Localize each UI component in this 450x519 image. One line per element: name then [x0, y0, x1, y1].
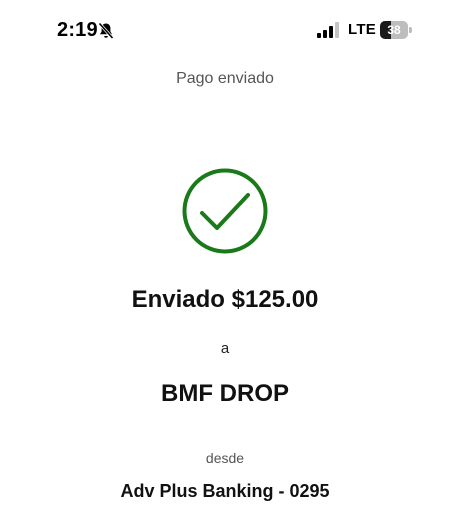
signal-icon [317, 22, 339, 38]
status-bar: 2:19 LTE 38 [0, 0, 450, 60]
sent-amount: Enviado $125.00 [131, 286, 319, 313]
to-label: a [220, 340, 230, 357]
bell-slash-icon [98, 22, 114, 40]
status-time: 2:19 [57, 19, 98, 41]
page-title: Pago enviado [176, 70, 274, 87]
battery-level: 38 [387, 23, 401, 37]
recipient-name: BMF DROP [161, 380, 289, 407]
checkmark-circle-icon [182, 168, 268, 254]
battery-icon: 38 [380, 21, 413, 39]
source-account: Adv Plus Banking - 0295 [120, 481, 330, 501]
network-type: LTE [348, 21, 377, 38]
from-label: desde [205, 450, 245, 466]
